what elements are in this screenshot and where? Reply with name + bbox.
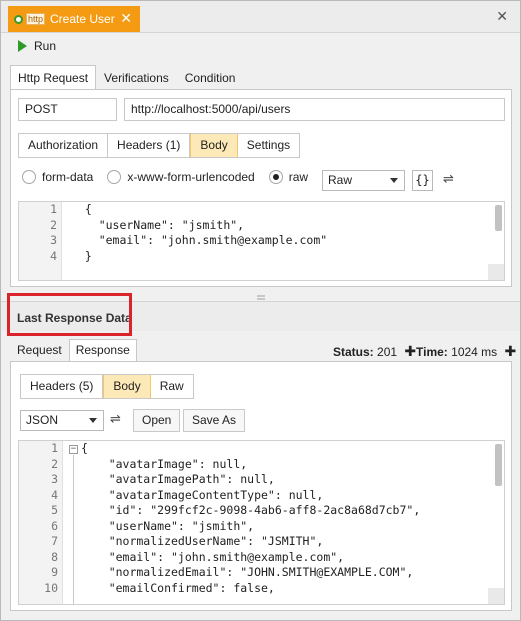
code-line: "email": "john.smith@example.com", [81,549,345,564]
time-indicator[interactable]: Time: 1024 ms ✚ [416,343,516,360]
code-line: "emailConfirmed": false, [81,580,275,595]
grip-icon [257,295,265,300]
document-tab-bar: http Create User ✕ ✕ [1,1,520,33]
radio-label: form-data [42,170,94,184]
tab-verifications[interactable]: Verifications [96,65,177,90]
word-wrap-icon[interactable]: ⇌ [110,411,121,427]
subtab-response-headers[interactable]: Headers (5) [21,375,104,398]
status-dot-icon [14,14,23,24]
word-wrap-icon[interactable]: ⇌ [443,171,454,187]
scroll-corner [488,588,504,604]
code-line: "normalizedUserName": "JSMITH", [81,534,324,548]
tab-condition[interactable]: Condition [177,65,244,90]
chevron-down-icon [89,418,97,423]
subtab-settings[interactable]: Settings [238,134,299,157]
code-line: { [81,441,88,455]
radio-urlencoded[interactable]: x-www-form-urlencoded [107,170,255,184]
response-panel: Headers (5) Body Raw JSON ⇌ Open Save As… [10,361,512,611]
tab-response[interactable]: Response [68,339,137,362]
tab-http-request[interactable]: Http Request [10,65,97,90]
run-button[interactable]: Run [18,39,56,53]
code-line: "avatarImagePath": null, [81,472,275,486]
radio-raw[interactable]: raw [268,170,309,184]
vertical-scrollbar[interactable] [495,444,502,486]
http-request-panel: POST http://localhost:5000/api/users Aut… [10,89,512,287]
radio-circle-selected [268,170,283,184]
status-label: Status: [333,345,374,359]
code-lines: { "userName": "jsmith", "email": "john.s… [71,202,488,264]
code-line: "avatarImage": null, [81,456,248,471]
code-line: } [71,248,92,263]
play-icon [18,40,27,52]
request-body-editor[interactable]: 1 2 3 4 { "userName": "jsmith", "email":… [18,201,505,281]
response-body-editor[interactable]: 1 2 3 4 5 6 7 8 9 10 − { "avatarImage": … [18,440,505,605]
close-window-icon[interactable]: ✕ [496,8,508,25]
time-value: 1024 ms [451,345,498,359]
response-format-select[interactable]: JSON [20,410,104,431]
response-tabs: Request Response [10,339,137,362]
code-lines: { "avatarImage": null, "avatarImagePath"… [81,441,488,596]
document-tab-create-user[interactable]: http Create User ✕ [8,6,140,32]
code-line: "userName": "jsmith", [71,217,245,232]
time-label: Time: [416,345,448,359]
url-field[interactable]: http://localhost:5000/api/users [124,98,505,121]
annotation-highlight-box [7,293,132,336]
raw-format-value: Raw [328,173,353,187]
expand-status-icon: ✚ [404,343,417,359]
subtab-body[interactable]: Body [190,134,238,157]
subtab-authorization[interactable]: Authorization [19,134,109,157]
radio-label: raw [288,170,309,184]
code-line: "id": "299fcf2c-9098-4ab6-aff8-2ac8a68d7… [81,503,421,517]
fold-guide [73,455,74,604]
response-subtabs: Headers (5) Body Raw [20,374,194,399]
raw-format-select[interactable]: Raw [322,170,405,191]
expand-time-icon: ✚ [504,343,517,359]
line-gutter: 1 2 3 4 [19,202,62,280]
save-as-button[interactable]: Save As [183,409,246,432]
collapse-icon[interactable]: − [69,445,78,454]
line-gutter: 1 2 3 4 5 6 7 8 9 10 [19,441,63,604]
response-format-value: JSON [26,413,59,427]
http-badge: http [26,13,46,25]
radio-circle [107,170,122,184]
vertical-scrollbar[interactable] [495,205,502,231]
scroll-corner [488,264,504,280]
run-label: Run [34,39,57,53]
radio-circle [22,170,36,184]
code-line: "userName": "jsmith", [81,518,255,533]
subtab-response-raw[interactable]: Raw [151,375,193,398]
subtab-response-body[interactable]: Body [103,375,151,398]
chevron-down-icon [390,178,398,183]
body-type-radios: form-data x-www-form-urlencoded raw [22,170,322,184]
tab-request[interactable]: Request [10,339,69,362]
format-json-button[interactable]: {} [412,170,433,191]
code-line: "avatarImageContentType": null, [81,487,324,502]
code-line: "normalizedEmail": "JOHN.SMITH@EXAMPLE.C… [81,565,414,579]
main-tabs: Http Request Verifications Condition [10,65,243,90]
close-tab-icon[interactable]: ✕ [120,10,132,27]
document-tab-title: Create User [50,12,115,26]
radio-form-data[interactable]: form-data [22,170,93,184]
radio-label: x-www-form-urlencoded [127,170,255,184]
request-subtabs: Authorization Headers (1) Body Settings [18,133,301,158]
window: http Create User ✕ ✕ Run Http Request Ve… [0,0,521,621]
code-line: "email": "john.smith@example.com" [71,233,328,247]
status-indicator[interactable]: Status: 201 ✚ [333,343,416,360]
code-line: { [71,202,92,216]
status-value: 201 [377,345,398,359]
open-button[interactable]: Open [133,409,181,432]
subtab-headers[interactable]: Headers (1) [108,134,191,157]
method-field[interactable]: POST [18,98,117,121]
